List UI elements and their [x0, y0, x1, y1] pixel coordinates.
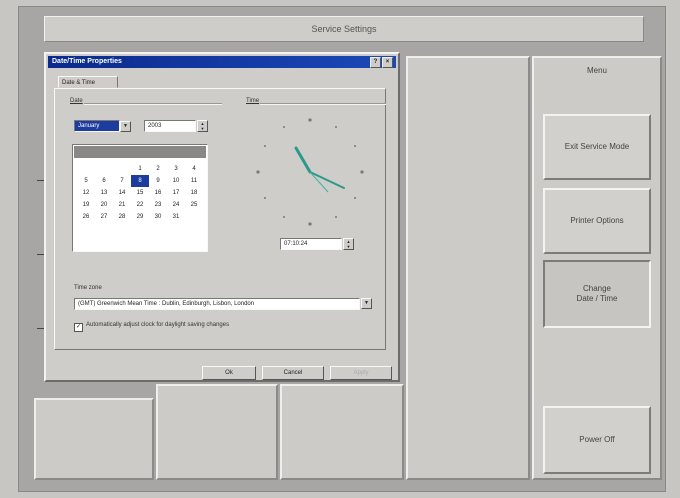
calendar-day[interactable]: 13: [95, 187, 113, 199]
calendar-day: [113, 163, 131, 175]
calendar-day[interactable]: 8: [131, 175, 149, 187]
time-field[interactable]: 07:10:24: [280, 238, 342, 250]
calendar-day[interactable]: 31: [167, 211, 185, 223]
dialog-title-bar: Date/Time Properties ? ×: [48, 56, 396, 68]
calendar-weekday-header: [74, 146, 206, 158]
calendar-day[interactable]: 11: [185, 175, 203, 187]
tab-date-time[interactable]: Date & Time: [58, 76, 118, 88]
calendar-day[interactable]: 1: [131, 163, 149, 175]
divider-tick: [37, 180, 44, 181]
clock-tick: [263, 145, 266, 147]
help-button[interactable]: ?: [370, 57, 381, 68]
close-icon[interactable]: ×: [382, 57, 393, 68]
analog-clock: [256, 118, 364, 226]
timezone-select[interactable]: (GMT) Greenwich Mean Time : Dublin, Edin…: [74, 298, 360, 310]
dst-label: Automatically adjust clock for daylight …: [86, 322, 230, 328]
panel-top-middle: [406, 56, 530, 480]
clock-tick: [360, 170, 364, 174]
clock-tick: [354, 197, 357, 199]
clock-tick: [354, 145, 357, 147]
dst-checkbox[interactable]: ✓: [74, 323, 83, 332]
panel-bottom-3: [280, 384, 404, 480]
calendar-day[interactable]: 28: [113, 211, 131, 223]
chevron-down-icon[interactable]: ▼: [120, 121, 131, 132]
second-hand: [309, 171, 329, 193]
panel-bottom-2: [156, 384, 278, 480]
exit-service-mode-button[interactable]: Exit Service Mode: [543, 114, 651, 180]
clock-tick: [308, 118, 312, 122]
calendar-day[interactable]: 24: [167, 199, 185, 211]
calendar-day[interactable]: 15: [131, 187, 149, 199]
hour-hand: [294, 146, 312, 174]
clock-tick: [263, 197, 266, 199]
calendar-day[interactable]: 10: [167, 175, 185, 187]
time-group-line: [260, 103, 386, 105]
calendar-day[interactable]: 16: [149, 187, 167, 199]
calendar-day[interactable]: 2: [149, 163, 167, 175]
clock-tick: [335, 216, 337, 219]
calendar-day[interactable]: 30: [149, 211, 167, 223]
minute-hand: [309, 171, 345, 189]
spinner-arrows-icon[interactable]: ▲ ▼: [197, 120, 208, 132]
cancel-button[interactable]: Cancel: [262, 366, 324, 380]
apply-button[interactable]: Apply: [330, 366, 392, 380]
calendar-day[interactable]: 3: [167, 163, 185, 175]
calendar-day[interactable]: 27: [95, 211, 113, 223]
calendar-day: [77, 163, 95, 175]
change-date-time-button[interactable]: Change Date / Time: [543, 260, 651, 328]
clock-tick: [256, 170, 260, 174]
ok-button[interactable]: Ok: [202, 366, 256, 380]
calendar-day[interactable]: 17: [167, 187, 185, 199]
spinner-arrows-icon[interactable]: ▲ ▼: [343, 238, 354, 250]
clock-tick: [308, 222, 312, 226]
calendar: 1 2 3 4 5 6 7 8 9 10 11 12 13 14 15 16 17 18 19 20 21 22 23 24 2…: [72, 144, 208, 252]
calendar-day[interactable]: 18: [185, 187, 203, 199]
calendar-day[interactable]: 25: [185, 199, 203, 211]
dialog-title: Date/Time Properties: [52, 58, 122, 65]
chevron-down-icon[interactable]: ▼: [361, 298, 372, 309]
calendar-day[interactable]: 9: [149, 175, 167, 187]
calendar-day[interactable]: 19: [77, 199, 95, 211]
timezone-label: Time zone: [74, 285, 102, 291]
clock-tick: [283, 125, 285, 128]
divider-tick: [37, 254, 44, 255]
clock-tick: [283, 216, 285, 219]
calendar-grid: 1 2 3 4 5 6 7 8 9 10 11 12 13 14 15 16 17 18 19 20 21 22 23 24 2…: [77, 163, 203, 223]
calendar-day: [95, 163, 113, 175]
calendar-day[interactable]: 26: [77, 211, 95, 223]
time-group-label: Time: [246, 98, 260, 104]
clock-tick: [335, 125, 337, 128]
calendar-day[interactable]: 29: [131, 211, 149, 223]
divider-tick: [37, 328, 44, 329]
calendar-day[interactable]: 4: [185, 163, 203, 175]
panel-bottom-1: [34, 398, 154, 480]
calendar-day[interactable]: 23: [149, 199, 167, 211]
date-group-label: Date: [70, 98, 83, 104]
calendar-day[interactable]: 22: [131, 199, 149, 211]
calendar-day[interactable]: 12: [77, 187, 95, 199]
calendar-day[interactable]: 20: [95, 199, 113, 211]
year-field[interactable]: 2003: [144, 120, 196, 132]
calendar-day[interactable]: 6: [95, 175, 113, 187]
screen-title: Service Settings: [44, 16, 644, 42]
calendar-day[interactable]: 7: [113, 175, 131, 187]
date-group-line: [84, 103, 222, 105]
month-select[interactable]: January: [74, 120, 120, 132]
calendar-day[interactable]: 5: [77, 175, 95, 187]
power-off-button[interactable]: Power Off: [543, 406, 651, 474]
calendar-day[interactable]: 14: [113, 187, 131, 199]
calendar-day[interactable]: 21: [113, 199, 131, 211]
menu-header: Menu: [586, 66, 607, 75]
printer-options-button[interactable]: Printer Options: [543, 188, 651, 254]
